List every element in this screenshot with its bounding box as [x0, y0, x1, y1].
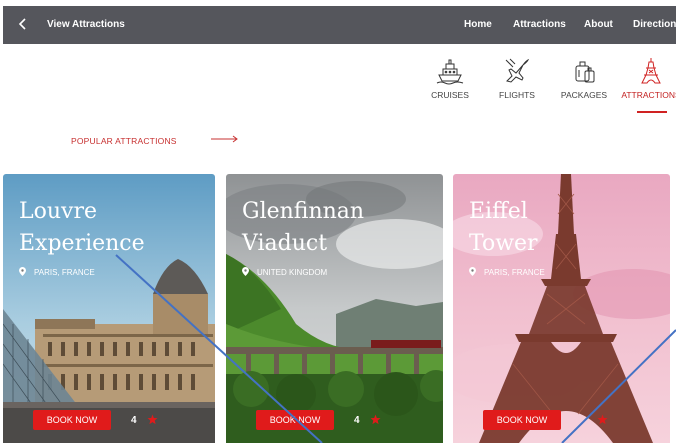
card-location: PARIS, FRANCE [19, 267, 95, 277]
category-label: ATTRACTIONS [621, 90, 676, 100]
book-now-button[interactable]: BOOK NOW [33, 410, 111, 430]
app-window: View Attractions Home Attractions About … [0, 0, 676, 443]
star-icon [147, 414, 158, 425]
top-bar: View Attractions Home Attractions About … [3, 6, 676, 44]
section-label: POPULAR ATTRACTIONS [71, 136, 177, 146]
category-label: FLIGHTS [499, 90, 535, 100]
rating-value: 4 [354, 415, 360, 426]
back-button[interactable] [15, 16, 31, 32]
rating-value: 4 [131, 415, 137, 426]
category-attractions[interactable]: ATTRACTIONS [621, 56, 676, 100]
map-pin-icon [469, 267, 476, 276]
nav-attractions[interactable]: Attractions [513, 19, 566, 30]
nav-about[interactable]: About [584, 19, 613, 30]
category-packages[interactable]: PACKAGES [554, 56, 614, 100]
active-tab-indicator [637, 111, 667, 113]
map-pin-icon [242, 267, 249, 276]
card-location: PARIS, FRANCE [469, 267, 545, 277]
star-icon [370, 414, 381, 425]
attraction-card-glenfinnan[interactable]: Glenfinnan Viaduct UNITED KINGDOM BOOK N… [226, 174, 443, 443]
card-title: Glenfinnan Viaduct [242, 199, 365, 256]
book-now-button[interactable]: BOOK NOW [483, 410, 561, 430]
card-title: Eiffel Tower [469, 199, 538, 256]
category-cruises[interactable]: CRUISES [420, 56, 480, 100]
category-flights[interactable]: FLIGHTS [487, 56, 547, 100]
arrow-right-icon[interactable] [211, 134, 239, 144]
page-title: View Attractions [47, 19, 125, 30]
category-label: CRUISES [431, 90, 469, 100]
card-location: UNITED KINGDOM [242, 267, 327, 277]
chevron-left-icon [18, 18, 26, 30]
nav-home[interactable]: Home [464, 19, 492, 30]
airplane-icon [505, 58, 530, 83]
star-icon [597, 414, 608, 425]
attraction-card-eiffel[interactable]: Eiffel Tower PARIS, FRANCE BOOK NOW [453, 174, 670, 443]
luggage-icon [575, 61, 595, 83]
ship-icon [436, 59, 464, 85]
category-label: PACKAGES [560, 90, 608, 100]
nav-directions[interactable]: Directions [633, 19, 676, 30]
eiffel-tower-icon [641, 58, 661, 84]
map-pin-icon [19, 267, 26, 276]
attraction-card-louvre[interactable]: Louvre Experience PARIS, FRANCE BOOK NOW… [3, 174, 215, 443]
card-title: Louvre Experience [19, 199, 145, 256]
book-now-button[interactable]: BOOK NOW [256, 410, 334, 430]
